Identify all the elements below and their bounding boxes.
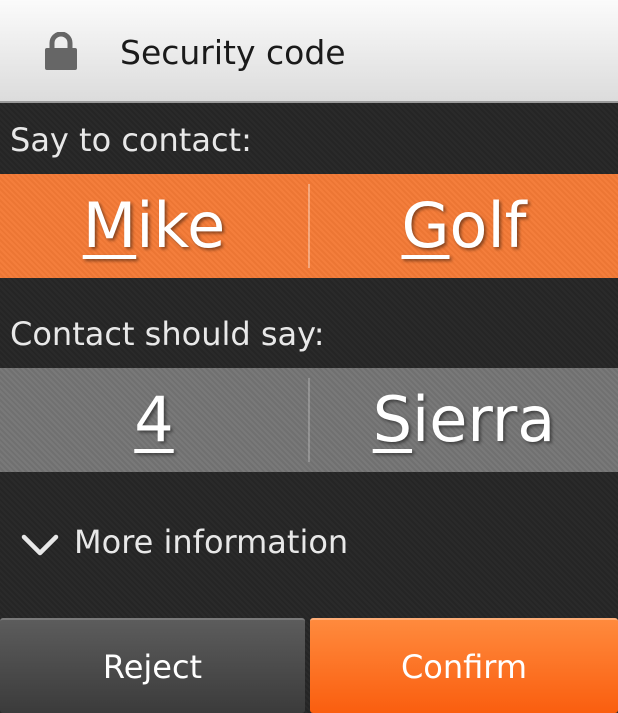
say-word-1-cell: Mike (0, 174, 308, 278)
say-word-2-cell: Golf (310, 174, 618, 278)
page-title: Security code (120, 33, 346, 72)
say-word-1-rest: ike (136, 189, 226, 262)
expect-word-2: Sierra (373, 380, 556, 460)
confirm-button[interactable]: Confirm (310, 618, 618, 713)
more-information-label: More information (74, 523, 349, 561)
say-to-contact-words: Mike Golf (0, 174, 618, 278)
say-word-2-first-letter: G (401, 189, 450, 262)
expect-word-2-cell: Sierra (310, 368, 618, 472)
title-bar: Security code (0, 0, 618, 103)
say-word-1: Mike (83, 186, 226, 266)
action-bar: Reject Confirm (0, 618, 618, 713)
contact-should-say-label: Contact should say: (10, 315, 325, 353)
lock-icon (45, 32, 77, 70)
say-to-contact-label: Say to contact: (10, 121, 252, 159)
more-information-toggle[interactable]: More information (20, 518, 348, 566)
say-word-2: Golf (401, 186, 526, 266)
expect-word-1: 4 (134, 380, 173, 460)
reject-button[interactable]: Reject (0, 618, 305, 713)
expect-word-2-rest: ierra (412, 383, 556, 456)
security-code-screen: Security code Say to contact: Mike Golf … (0, 0, 618, 713)
expect-word-1-cell: 4 (0, 368, 308, 472)
expect-word-2-first-letter: S (372, 383, 413, 456)
chevron-down-icon (21, 534, 59, 556)
say-word-1-first-letter: M (82, 189, 137, 262)
expect-word-1-first-letter: 4 (134, 383, 174, 456)
contact-should-say-words: 4 Sierra (0, 368, 618, 472)
say-word-2-rest: olf (449, 189, 527, 262)
